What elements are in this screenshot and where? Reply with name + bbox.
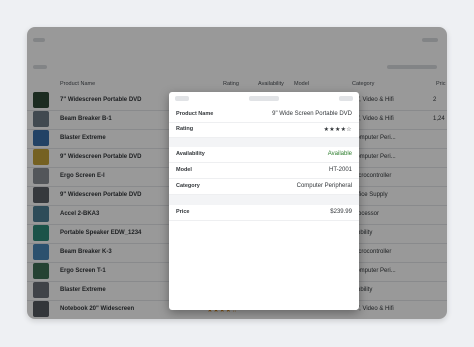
rating-stars: ★★★★☆: [323, 127, 352, 133]
detail-label-model: Model: [176, 167, 192, 173]
detail-row-rating: Rating ★★★★☆: [169, 122, 359, 138]
dialog-title-placeholder: [249, 96, 279, 101]
detail-row-model: Model HT-2001: [169, 163, 359, 179]
section-gap: [169, 195, 359, 205]
detail-value-price: $239.99: [330, 209, 352, 215]
detail-label-product-name: Product Name: [176, 111, 214, 117]
product-details-dialog: Product Name 9" Wide Screen Portable DVD…: [169, 92, 359, 310]
dialog-header-placeholder: [175, 96, 189, 101]
detail-row-product-name: Product Name 9" Wide Screen Portable DVD: [169, 107, 359, 123]
detail-label-rating: Rating: [176, 126, 194, 132]
availability-status: Available: [327, 151, 352, 157]
detail-value-model: HT-2001: [328, 167, 352, 173]
section-gap: [169, 138, 359, 147]
detail-label-availability: Availability: [176, 151, 205, 157]
detail-value-product-name: 9" Wide Screen Portable DVD: [272, 111, 352, 117]
app-window: Product Name Rating Availability Model C…: [27, 27, 447, 319]
detail-row-price: Price $239.99: [169, 205, 359, 221]
dialog-close-placeholder[interactable]: [339, 96, 353, 101]
detail-label-category: Category: [176, 183, 200, 189]
detail-label-price: Price: [176, 209, 190, 215]
detail-row-category: Category Computer Peripheral: [169, 179, 359, 195]
detail-row-availability: Availability Available: [169, 147, 359, 163]
detail-value-category: Computer Peripheral: [296, 183, 352, 189]
